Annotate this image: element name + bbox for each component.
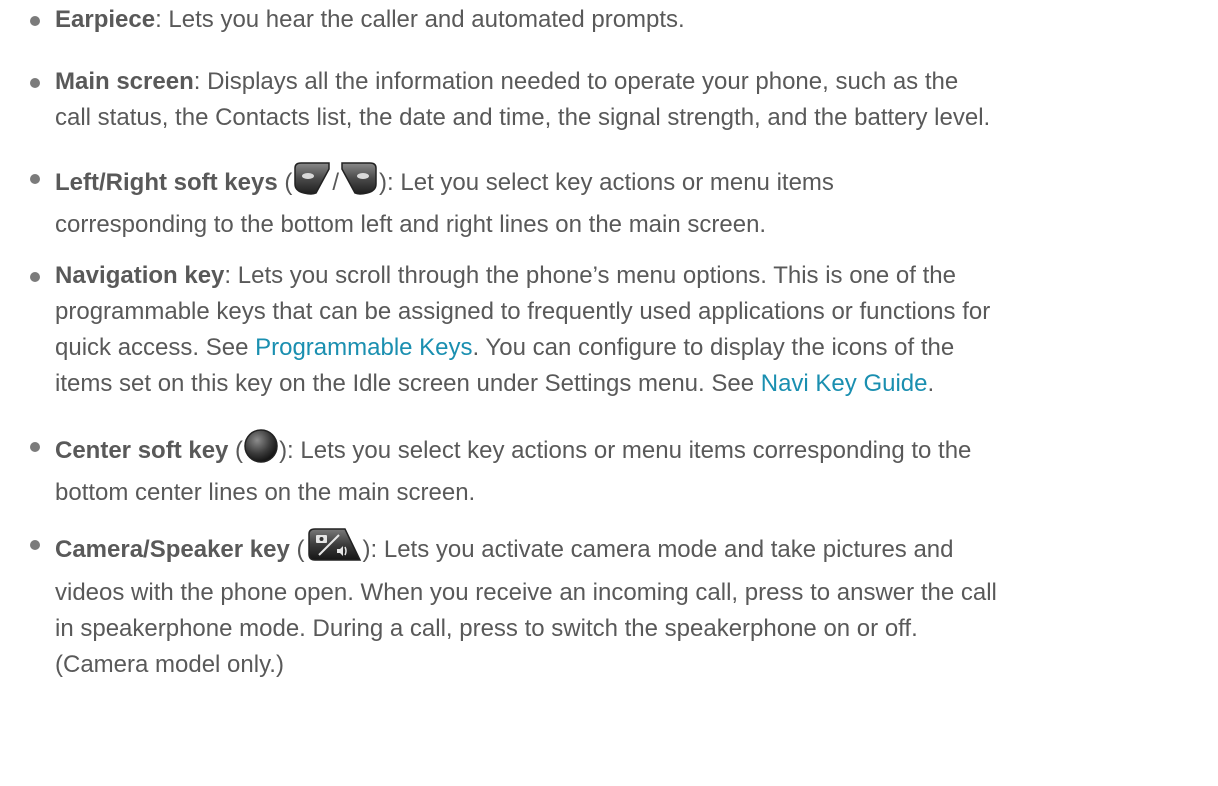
bullet-icon: [30, 442, 40, 452]
item-text: Navigation key: Lets you scroll through …: [55, 262, 991, 397]
item-term: Camera/Speaker key: [55, 535, 290, 563]
center-soft-key-icon: [243, 428, 279, 475]
item-text: Earpiece: Lets you hear the caller and a…: [55, 6, 685, 33]
bullet-icon: [30, 272, 40, 282]
item-term: Left/Right soft keys: [55, 168, 278, 196]
item-text: Center soft key ( ): Lets you select key…: [55, 428, 1205, 511]
bullet-icon: [30, 78, 40, 88]
bullet-icon: [30, 16, 40, 26]
item-text: Main screen: Displays all the informatio…: [55, 68, 991, 131]
item-text: Left/Right soft keys ( /): Let you sele…: [55, 160, 1205, 243]
right-soft-key-icon: [339, 160, 379, 207]
left-soft-key-icon: [292, 160, 332, 207]
item-term: Center soft key: [55, 436, 229, 464]
item-term: Navigation key: [55, 262, 225, 289]
item-term: Main screen: [55, 68, 194, 95]
camera-speaker-key-icon: [305, 526, 363, 575]
item-text: Camera/Speaker key ( ): Lets you activat…: [55, 526, 1205, 683]
navi-key-guide-link[interactable]: Navi Key Guide: [761, 370, 928, 397]
bullet-icon: [30, 540, 40, 550]
bullet-icon: [30, 174, 40, 184]
programmable-keys-link[interactable]: Programmable Keys: [255, 334, 472, 361]
item-term: Earpiece: [55, 6, 156, 33]
